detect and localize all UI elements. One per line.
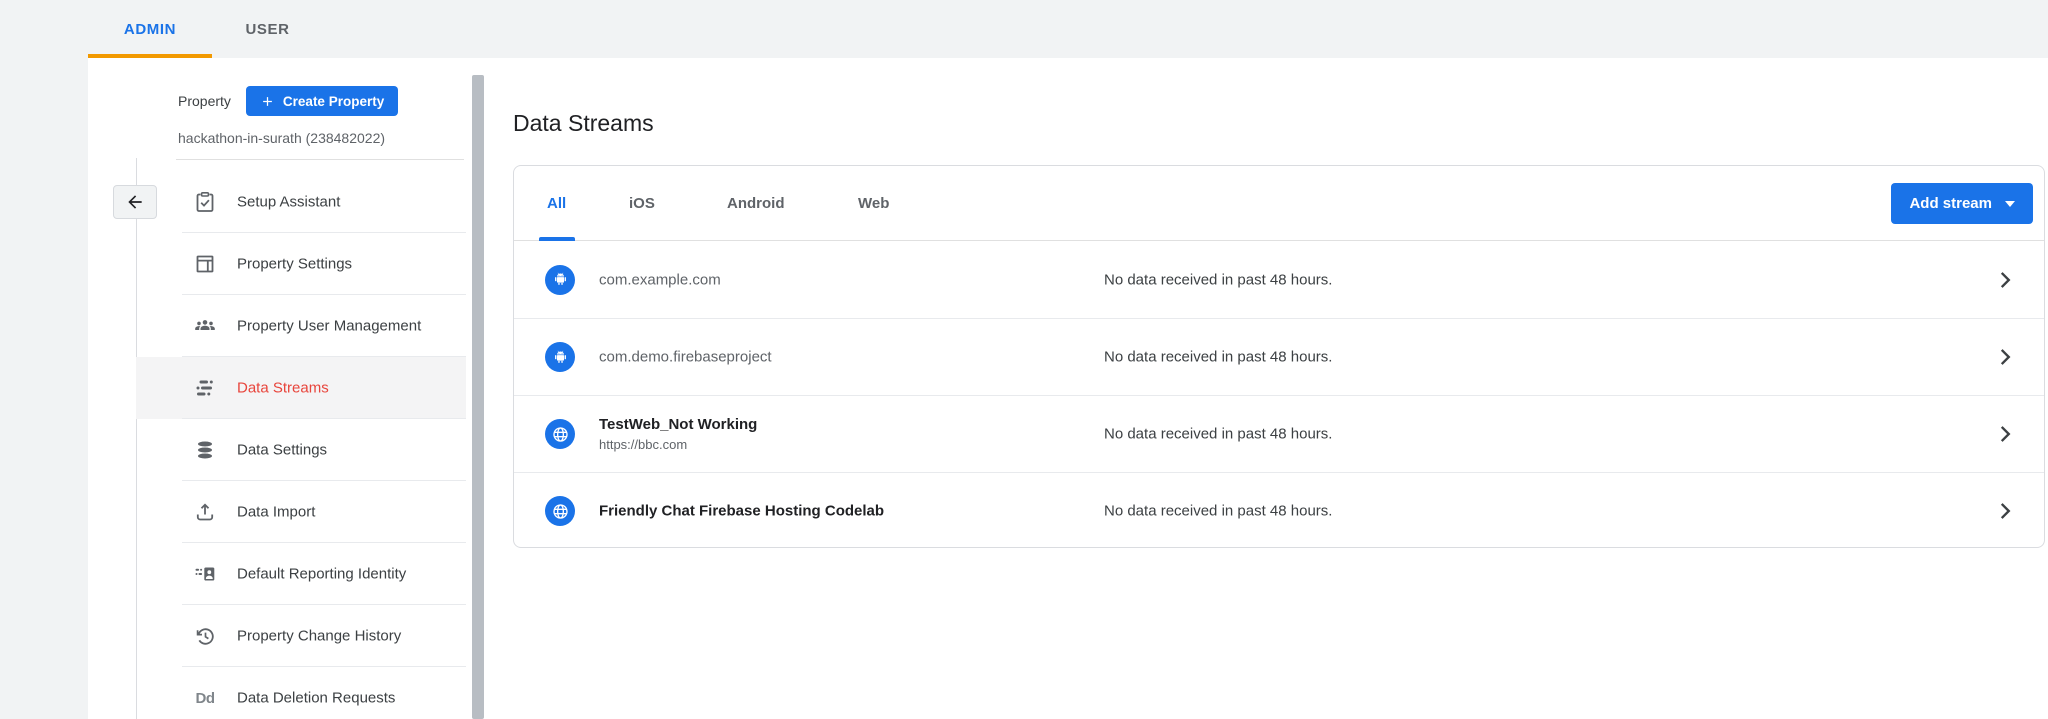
sidebar-item-property-user-management[interactable]: Property User Management xyxy=(136,295,466,357)
sidebar-item-label: Data Streams xyxy=(237,380,329,397)
sidebar-item-data-streams[interactable]: Data Streams xyxy=(136,357,466,419)
add-stream-button[interactable]: Add stream xyxy=(1891,183,2033,224)
stream-status: No data received in past 48 hours. xyxy=(1104,426,1332,443)
stream-url: https://bbc.com xyxy=(599,437,757,452)
filter-tab-ios[interactable]: iOS xyxy=(629,166,655,241)
filter-tab-web[interactable]: Web xyxy=(858,166,889,241)
chevron-right-icon xyxy=(1992,498,2018,524)
dd-glyph-icon: Dd xyxy=(193,686,217,710)
card-header: All iOS Android Web Add stream xyxy=(514,166,2044,241)
property-settings-icon xyxy=(193,252,217,276)
stream-name: Friendly Chat Firebase Hosting Codelab xyxy=(599,503,884,520)
stream-status: No data received in past 48 hours. xyxy=(1104,271,1332,288)
stream-name: com.demo.firebaseproject xyxy=(599,349,772,366)
stream-row-friendly-chat[interactable]: Friendly Chat Firebase Hosting Codelab N… xyxy=(514,472,2044,549)
android-icon xyxy=(545,342,575,372)
tab-admin-label: ADMIN xyxy=(124,21,176,38)
setup-assistant-icon xyxy=(193,190,217,214)
create-property-button[interactable]: Create Property xyxy=(246,86,398,116)
property-header: Property Create Property xyxy=(178,86,398,116)
data-streams-card: All iOS Android Web Add stream xyxy=(513,165,2045,548)
property-menu: Setup Assistant Property Settings xyxy=(136,171,466,719)
sidebar-item-label: Setup Assistant xyxy=(237,194,340,211)
property-column-label: Property xyxy=(178,93,231,109)
sidebar-item-data-settings[interactable]: Data Settings xyxy=(136,419,466,481)
stream-status: No data received in past 48 hours. xyxy=(1104,349,1332,366)
chevron-right-icon xyxy=(1992,267,2018,293)
upload-icon xyxy=(193,500,217,524)
property-name[interactable]: hackathon-in-surath (238482022) xyxy=(178,130,385,146)
filter-tab-all[interactable]: All xyxy=(547,166,566,241)
database-icon xyxy=(193,438,217,462)
back-arrow-icon xyxy=(125,192,145,212)
stream-row-com-demo-firebaseproject[interactable]: com.demo.firebaseproject No data receive… xyxy=(514,318,2044,395)
people-icon xyxy=(193,314,217,338)
sidebar-item-label: Property Change History xyxy=(237,628,401,645)
android-icon xyxy=(545,265,575,295)
stream-row-com-example-com[interactable]: com.example.com No data received in past… xyxy=(514,241,2044,318)
stream-status: No data received in past 48 hours. xyxy=(1104,503,1332,520)
sidebar-item-data-deletion-requests[interactable]: Dd Data Deletion Requests xyxy=(136,667,466,719)
stream-name: com.example.com xyxy=(599,271,721,288)
stream-row-testweb-not-working[interactable]: TestWeb_Not Working https://bbc.com No d… xyxy=(514,395,2044,472)
tab-admin[interactable]: ADMIN xyxy=(88,0,212,58)
chevron-right-icon xyxy=(1992,421,2018,447)
page-title: Data Streams xyxy=(513,110,654,137)
tab-user[interactable]: USER xyxy=(225,0,310,58)
create-property-label: Create Property xyxy=(283,94,384,109)
stream-name: TestWeb_Not Working xyxy=(599,416,757,433)
add-stream-label: Add stream xyxy=(1909,195,1992,212)
back-button[interactable] xyxy=(113,185,157,219)
content-sheet: Property Create Property hackathon-in-su… xyxy=(88,58,2048,719)
web-globe-icon xyxy=(545,419,575,449)
sidebar-item-label: Data Import xyxy=(237,504,315,521)
sidebar-item-property-settings[interactable]: Property Settings xyxy=(136,233,466,295)
history-icon xyxy=(193,624,217,648)
sidebar-item-default-reporting-identity[interactable]: Default Reporting Identity xyxy=(136,543,466,605)
caret-down-icon xyxy=(2005,201,2015,207)
web-globe-icon xyxy=(545,496,575,526)
sidebar-scrollbar[interactable] xyxy=(472,75,484,719)
sidebar-item-label: Property User Management xyxy=(237,318,421,335)
chevron-right-icon xyxy=(1992,344,2018,370)
divider xyxy=(176,159,464,160)
filter-tab-android[interactable]: Android xyxy=(727,166,785,241)
sidebar-item-label: Data Deletion Requests xyxy=(237,690,395,707)
top-bar: ADMIN USER xyxy=(0,0,2048,58)
sidebar-item-setup-assistant[interactable]: Setup Assistant xyxy=(136,171,466,233)
stream-list: com.example.com No data received in past… xyxy=(514,241,2044,549)
sidebar-item-property-change-history[interactable]: Property Change History xyxy=(136,605,466,667)
data-streams-icon xyxy=(193,376,217,400)
sidebar-item-label: Default Reporting Identity xyxy=(237,566,406,583)
identity-card-icon xyxy=(193,562,217,586)
sidebar-item-data-import[interactable]: Data Import xyxy=(136,481,466,543)
tab-user-label: USER xyxy=(245,21,289,38)
sidebar-item-label: Data Settings xyxy=(237,442,327,459)
plus-icon xyxy=(260,94,275,109)
sidebar-item-label: Property Settings xyxy=(237,256,352,273)
